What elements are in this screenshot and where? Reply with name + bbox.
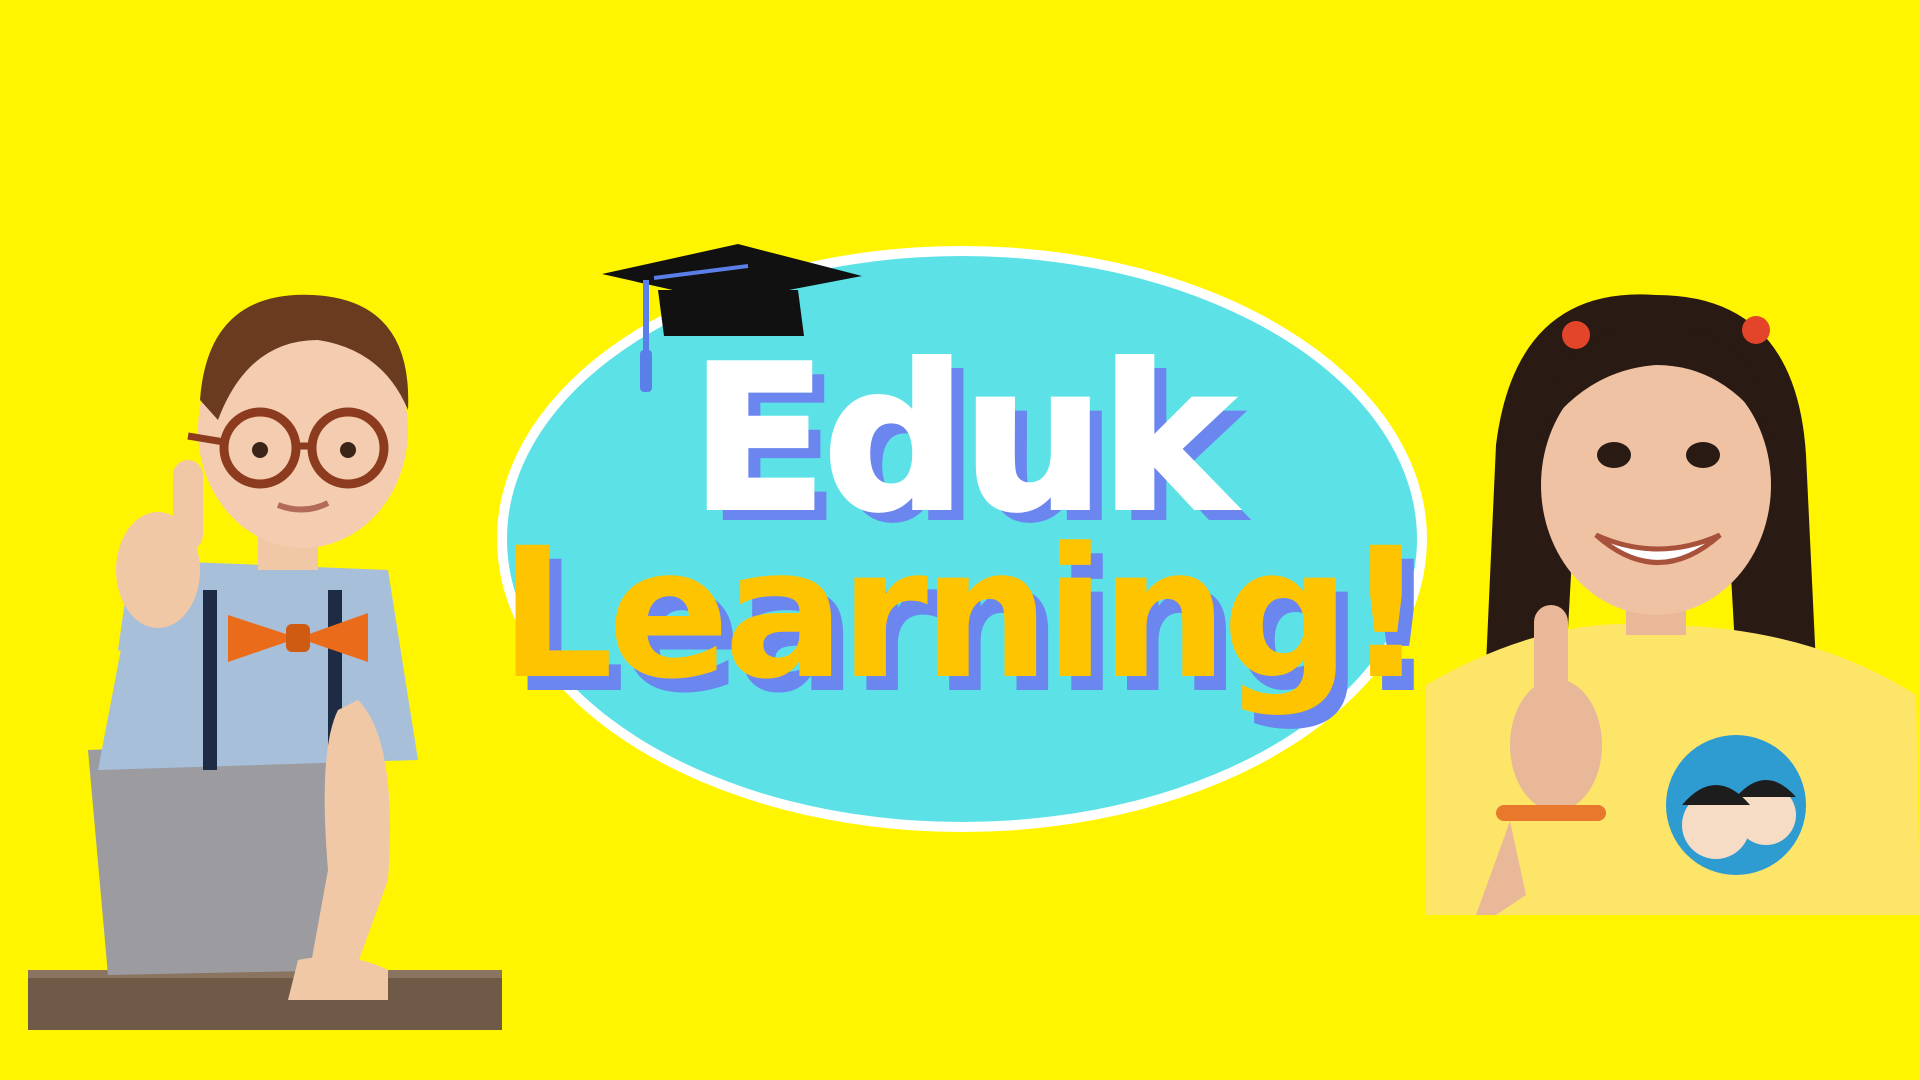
banner: Eduk Learning!: [0, 0, 1920, 1080]
girl-thumbs-up-photo: [1426, 294, 1920, 915]
boy-thumbs-up-photo: [28, 294, 502, 1030]
